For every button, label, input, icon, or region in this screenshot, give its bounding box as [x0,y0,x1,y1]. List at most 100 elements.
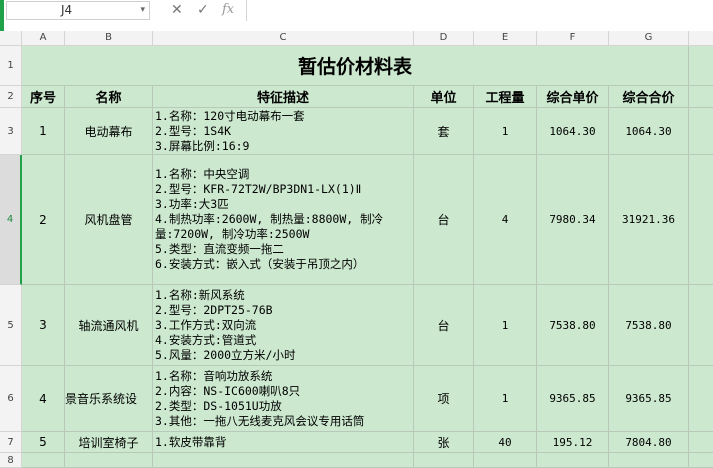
cell-h6[interactable] [689,366,713,432]
desc-line: 3.功率:大3匹 [155,197,229,211]
column-header-c[interactable]: C [153,31,414,46]
column-header-f[interactable]: F [537,31,609,46]
desc-line: 5.类型：直流变频一拖二 [155,242,284,256]
desc-line: 量:7200W, 制冷功率:2500W [155,227,310,241]
cell-price[interactable]: 7980.34 [537,155,609,285]
desc-line: 1.名称：中央空调 [155,167,250,181]
cell-no[interactable]: 3 [22,285,65,366]
desc-line: 2.型号：2DPT25-76B [155,302,273,317]
chevron-down-icon[interactable]: ▾ [140,2,145,19]
column-header-b[interactable]: B [65,31,153,46]
cell-h4[interactable] [689,155,713,285]
row-header-5[interactable]: 5 [0,285,22,366]
cell-unit[interactable]: 项 [414,366,474,432]
cell-total[interactable]: 9365.85 [609,366,689,432]
cell-unit[interactable]: 台 [414,155,474,285]
desc-line: 4.制热功率:2600W, 制热量:8800W, 制冷 [155,212,384,226]
desc-line: 1.名称：音响功放系统 [155,368,273,383]
cell-qty[interactable]: 4 [474,155,537,285]
desc-line: 1.软皮带靠背 [155,434,227,449]
cell-price[interactable]: 1064.30 [537,108,609,155]
cell-qty[interactable]: 1 [474,108,537,155]
cell-a8[interactable] [22,453,65,468]
cell-desc[interactable]: 1.名称：120寸电动幕布一套 2.型号：1S4K 3.屏幕比例:16:9 [153,108,414,155]
cell-f8[interactable] [537,453,609,468]
row-header-7[interactable]: 7 [0,432,22,453]
cell-name[interactable]: 风机盘管 [65,155,153,285]
column-header-h[interactable] [689,31,713,46]
cell-unit[interactable]: 张 [414,432,474,453]
select-all-corner[interactable] [0,31,22,46]
desc-line: 3.屏幕比例:16:9 [155,138,250,153]
column-header-d[interactable]: D [414,31,474,46]
cell-c8[interactable] [153,453,414,468]
header-qty[interactable]: 工程量 [474,86,537,108]
cell-e8[interactable] [474,453,537,468]
desc-line: 3.工作方式:双向流 [155,317,257,332]
toolbar-gap [0,21,713,31]
cell-total[interactable]: 7804.80 [609,432,689,453]
name-box[interactable]: J4 ▾ [6,1,150,20]
cell-qty[interactable]: 1 [474,366,537,432]
desc-line: 1.名称:新风系统 [155,287,245,302]
header-total[interactable]: 综合合价 [609,86,689,108]
cell-unit[interactable]: 台 [414,285,474,366]
cell-h2[interactable] [689,86,713,108]
desc-line: 5.风量：2000立方米/小时 [155,347,296,362]
header-no[interactable]: 序号 [22,86,65,108]
cell-desc[interactable]: 1.软皮带靠背 [153,432,414,453]
header-price[interactable]: 综合单价 [537,86,609,108]
confirm-icon[interactable]: ✓ [197,0,209,20]
row-header-8[interactable]: 8 [0,453,22,468]
cell-unit[interactable]: 套 [414,108,474,155]
cell-price[interactable]: 7538.80 [537,285,609,366]
cell-h7[interactable] [689,432,713,453]
desc-line: 6.安装方式：嵌入式（安装于吊顶之内） [155,257,365,271]
desc-line: 3.其他：一拖八无线麦克风会议专用话筒 [155,413,365,428]
desc-line: 2.型号：KFR-72T2W/BP3DN1-LX(1)Ⅱ [155,182,362,196]
formula-bar: J4 ▾ ✕ ✓ fx [0,0,713,22]
cell-name[interactable]: 轴流通风机 [65,285,153,366]
cell-total[interactable]: 31921.36 [609,155,689,285]
header-unit[interactable]: 单位 [414,86,474,108]
cell-h5[interactable] [689,285,713,366]
header-desc[interactable]: 特征描述 [153,86,414,108]
cell-total[interactable]: 1064.30 [609,108,689,155]
cell-h1[interactable] [689,46,713,86]
column-header-g[interactable]: G [609,31,689,46]
cell-h8[interactable] [689,453,713,468]
cell-price[interactable]: 195.12 [537,432,609,453]
cancel-icon[interactable]: ✕ [171,0,183,20]
column-header-a[interactable]: A [22,31,65,46]
sheet-title[interactable]: 暂估价材料表 [22,46,689,86]
row-header-3[interactable]: 3 [0,108,22,155]
cell-no[interactable]: 2 [22,155,65,285]
cell-desc[interactable]: 1.名称：中央空调 2.型号：KFR-72T2W/BP3DN1-LX(1)Ⅱ 3… [153,155,414,285]
cell-no[interactable]: 4 [22,366,65,432]
cell-desc[interactable]: 1.名称:新风系统 2.型号：2DPT25-76B 3.工作方式:双向流 4.安… [153,285,414,366]
row-header-4[interactable]: 4 [0,155,22,285]
cell-reference: J4 [61,3,73,17]
row-header-2[interactable]: 2 [0,86,22,108]
cell-qty[interactable]: 40 [474,432,537,453]
cell-name[interactable]: 电动幕布 [65,108,153,155]
cell-total[interactable]: 7538.80 [609,285,689,366]
formula-input[interactable] [247,0,713,21]
cell-h3[interactable] [689,108,713,155]
cell-name[interactable]: 景音乐系统设 [65,366,153,432]
cell-no[interactable]: 1 [22,108,65,155]
cell-no[interactable]: 5 [22,432,65,453]
row-header-1[interactable]: 1 [0,46,22,86]
function-icon[interactable]: fx [222,0,234,20]
cell-desc[interactable]: 1.名称：音响功放系统 2.内容：NS-IC600喇叭8只 2.类型：DS-10… [153,366,414,432]
cell-b8[interactable] [65,453,153,468]
desc-line: 1.名称：120寸电动幕布一套 [155,108,305,123]
cell-name[interactable]: 培训室椅子 [65,432,153,453]
cell-d8[interactable] [414,453,474,468]
cell-price[interactable]: 9365.85 [537,366,609,432]
header-name[interactable]: 名称 [65,86,153,108]
column-header-e[interactable]: E [474,31,537,46]
cell-g8[interactable] [609,453,689,468]
cell-qty[interactable]: 1 [474,285,537,366]
row-header-6[interactable]: 6 [0,366,22,432]
